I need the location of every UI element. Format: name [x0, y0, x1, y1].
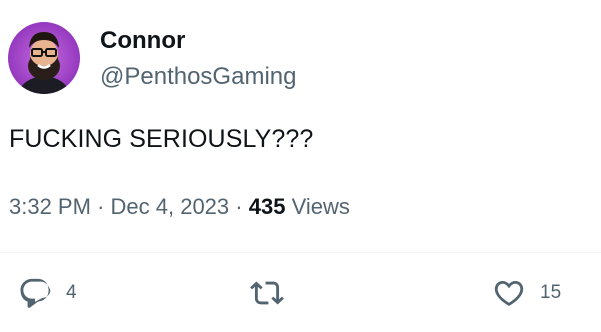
meta-separator: · — [97, 194, 105, 219]
tweet-text: FUCKING SERIOUSLY??? — [9, 125, 314, 153]
avatar[interactable] — [8, 22, 80, 94]
retweet-icon — [250, 281, 284, 305]
author-handle[interactable]: @PenthosGaming — [100, 63, 296, 91]
action-bar: 4 15 — [0, 266, 601, 326]
divider — [0, 252, 601, 253]
avatar-image — [8, 22, 80, 94]
like-count: 15 — [540, 282, 562, 303]
tweet-time[interactable]: 3:32 PM — [9, 194, 91, 219]
tweet-meta: 3:32 PM · Dec 4, 2023 · 435 Views — [9, 193, 350, 221]
views-count: 435 — [248, 194, 286, 219]
like-button[interactable]: 15 — [492, 276, 561, 310]
author-name[interactable]: Connor — [100, 27, 296, 55]
tweet-date[interactable]: Dec 4, 2023 — [111, 194, 230, 219]
retweet-button[interactable] — [250, 276, 284, 310]
author-block: Connor @PenthosGaming — [100, 27, 296, 91]
meta-separator: · — [235, 194, 243, 219]
views-label: Views — [291, 194, 350, 219]
reply-icon — [20, 278, 51, 308]
reply-count: 4 — [66, 282, 77, 303]
heart-icon — [494, 280, 524, 306]
reply-button[interactable]: 4 — [18, 276, 77, 310]
